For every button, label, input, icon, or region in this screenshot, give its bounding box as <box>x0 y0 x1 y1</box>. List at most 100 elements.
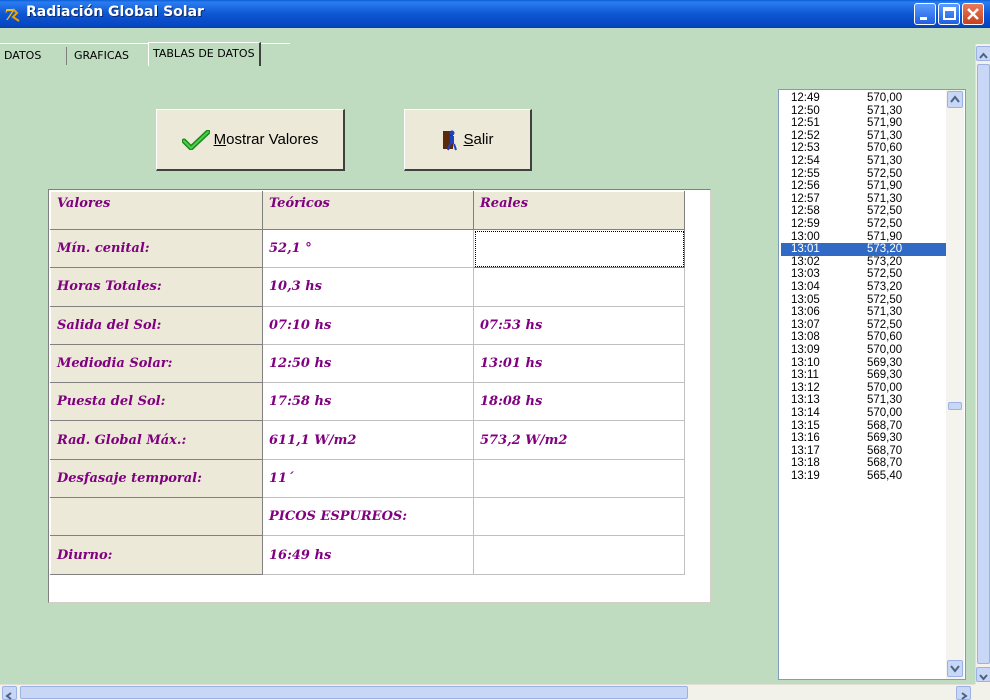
list-item[interactable]: 13:16 569,30 <box>781 432 948 445</box>
table-cell[interactable] <box>473 267 685 307</box>
list-item[interactable]: 13:11 569,30 <box>781 369 948 382</box>
list-item-time: 13:06 <box>791 306 820 319</box>
table-cell[interactable]: 07:10 hs <box>262 305 474 345</box>
list-item[interactable]: 12:56 571,90 <box>781 180 948 193</box>
list-item[interactable]: 13:15 568,70 <box>781 420 948 433</box>
list-item[interactable]: 13:05 572,50 <box>781 294 948 307</box>
row-label[interactable] <box>50 497 263 537</box>
scroll-down-button[interactable] <box>976 667 990 682</box>
row-label[interactable]: Horas Totales: <box>50 267 263 307</box>
exit-button[interactable]: Salir <box>404 109 532 171</box>
list-item[interactable]: 12:51 571,90 <box>781 117 948 130</box>
list-item-time: 13:17 <box>791 444 820 457</box>
list-item[interactable]: 13:02 573,20 <box>781 256 948 269</box>
listbox-scroll-thumb[interactable] <box>948 402 962 410</box>
table-cell[interactable]: PICOS ESPUREOS: <box>262 497 474 537</box>
header-reales[interactable]: Reales <box>473 191 685 230</box>
list-item[interactable]: 13:08 570,60 <box>781 331 948 344</box>
header-valores[interactable]: Valores <box>50 191 263 230</box>
list-item[interactable]: 12:52 571,30 <box>781 130 948 143</box>
row-label[interactable]: Mín. cenital: <box>50 228 263 269</box>
list-item[interactable]: 12:53 570,60 <box>781 142 948 155</box>
table-cell[interactable]: 11´ <box>262 458 474 499</box>
table-cell[interactable]: 17:58 hs <box>262 382 474 422</box>
table-row: PICOS ESPUREOS: <box>50 497 685 537</box>
show-values-button[interactable]: Mostrar Valores <box>156 109 345 171</box>
table-cell[interactable]: 07:53 hs <box>473 305 685 345</box>
table-cell[interactable]: 16:49 hs <box>262 535 474 575</box>
table-cell[interactable]: 12:50 hs <box>262 343 474 384</box>
list-item[interactable]: 13:03 572,50 <box>781 268 948 281</box>
window-horizontal-scrollbar[interactable] <box>0 684 975 700</box>
list-item[interactable]: 13:13 571,30 <box>781 394 948 407</box>
horizontal-scroll-thumb[interactable] <box>20 686 688 699</box>
table-cell[interactable]: 13:01 hs <box>473 343 685 384</box>
list-item[interactable]: 13:10 569,30 <box>781 357 948 370</box>
table-cell[interactable] <box>473 535 685 575</box>
list-item[interactable]: 12:59 572,50 <box>781 218 948 231</box>
data-grid[interactable]: Valores Teóricos Reales Mín. cenital: 52… <box>48 189 711 603</box>
window-vertical-scrollbar[interactable] <box>975 44 990 684</box>
scroll-left-button[interactable] <box>2 686 17 700</box>
readings-listbox[interactable]: 12:49 570,00 12:50 571,30 12:51 571,90 12:52 57… <box>778 89 966 680</box>
list-item[interactable]: 12:50 571,30 <box>781 105 948 118</box>
list-item[interactable]: 13:14 570,00 <box>781 407 948 420</box>
list-item[interactable]: 12:58 572,50 <box>781 205 948 218</box>
list-item[interactable]: 13:04 573,20 <box>781 281 948 294</box>
exit-door-icon <box>443 130 458 150</box>
list-item[interactable]: 13:18 568,70 <box>781 457 948 470</box>
list-item[interactable]: 12:49 570,00 <box>781 92 948 105</box>
chevron-right-icon <box>961 692 968 700</box>
list-item-selected[interactable]: 13:01 573,20 <box>781 243 948 257</box>
tab-tablas-de-datos[interactable]: TABLAS DE DATOS <box>148 42 261 66</box>
list-item[interactable]: 13:07 572,50 <box>781 319 948 332</box>
close-button[interactable] <box>962 3 984 25</box>
scroll-up-button[interactable] <box>976 46 990 61</box>
vertical-scroll-thumb[interactable] <box>977 64 990 664</box>
list-item-time: 12:57 <box>791 192 820 205</box>
close-icon <box>967 8 979 20</box>
row-label[interactable]: Mediodia Solar: <box>50 343 263 384</box>
window-title: Radiación Global Solar <box>26 4 204 20</box>
list-item[interactable]: 13:17 568,70 <box>781 445 948 458</box>
table-cell[interactable]: 52,1 ° <box>262 228 474 269</box>
table-cell-focused[interactable] <box>473 228 685 269</box>
list-item-time: 13:18 <box>791 457 820 470</box>
list-item-value: 572,50 <box>867 318 903 331</box>
row-label[interactable]: Desfasaje temporal: <box>50 458 263 499</box>
tab-datos[interactable]: DATOS <box>4 45 41 67</box>
minimize-button[interactable] <box>914 3 936 25</box>
list-item[interactable]: 13:12 570,00 <box>781 382 948 395</box>
table-cell[interactable] <box>473 458 685 499</box>
listbox-scroll-up-button[interactable] <box>947 91 963 108</box>
chevron-down-icon <box>979 674 988 681</box>
table-cell[interactable]: 18:08 hs <box>473 382 685 422</box>
maximize-button[interactable] <box>938 3 960 25</box>
checkmark-icon <box>181 129 210 150</box>
table-cell[interactable]: 611,1 W/m2 <box>262 420 474 460</box>
table-cell[interactable]: 573,2 W/m2 <box>473 420 685 460</box>
table-cell[interactable]: 10,3 hs <box>262 267 474 307</box>
list-item[interactable]: 13:00 571,90 <box>781 231 948 244</box>
row-label[interactable]: Puesta del Sol: <box>50 382 263 422</box>
list-item-time: 12:55 <box>791 167 820 180</box>
table-cell[interactable] <box>473 497 685 537</box>
row-label[interactable]: Diurno: <box>50 535 263 575</box>
list-item-value: 569,30 <box>867 356 903 369</box>
header-teoricos[interactable]: Teóricos <box>262 191 474 230</box>
table-row: Desfasaje temporal: 11´ <box>50 458 685 499</box>
tab-graficas[interactable]: GRAFICAS <box>74 45 129 67</box>
scroll-right-button[interactable] <box>956 686 971 700</box>
list-item[interactable]: 12:57 571,30 <box>781 193 948 206</box>
listbox-scrollbar[interactable] <box>946 90 964 679</box>
list-item[interactable]: 13:09 570,00 <box>781 344 948 357</box>
list-item[interactable]: 12:55 572,50 <box>781 168 948 181</box>
list-item-time: 13:12 <box>791 381 820 394</box>
list-item[interactable]: 13:19 565,40 <box>781 470 948 483</box>
row-label[interactable]: Rad. Global Máx.: <box>50 420 263 460</box>
list-item[interactable]: 13:06 571,30 <box>781 306 948 319</box>
list-item-value: 568,70 <box>867 457 903 470</box>
row-label[interactable]: Salida del Sol: <box>50 305 263 345</box>
list-item[interactable]: 12:54 571,30 <box>781 155 948 168</box>
listbox-scroll-down-button[interactable] <box>947 660 963 677</box>
